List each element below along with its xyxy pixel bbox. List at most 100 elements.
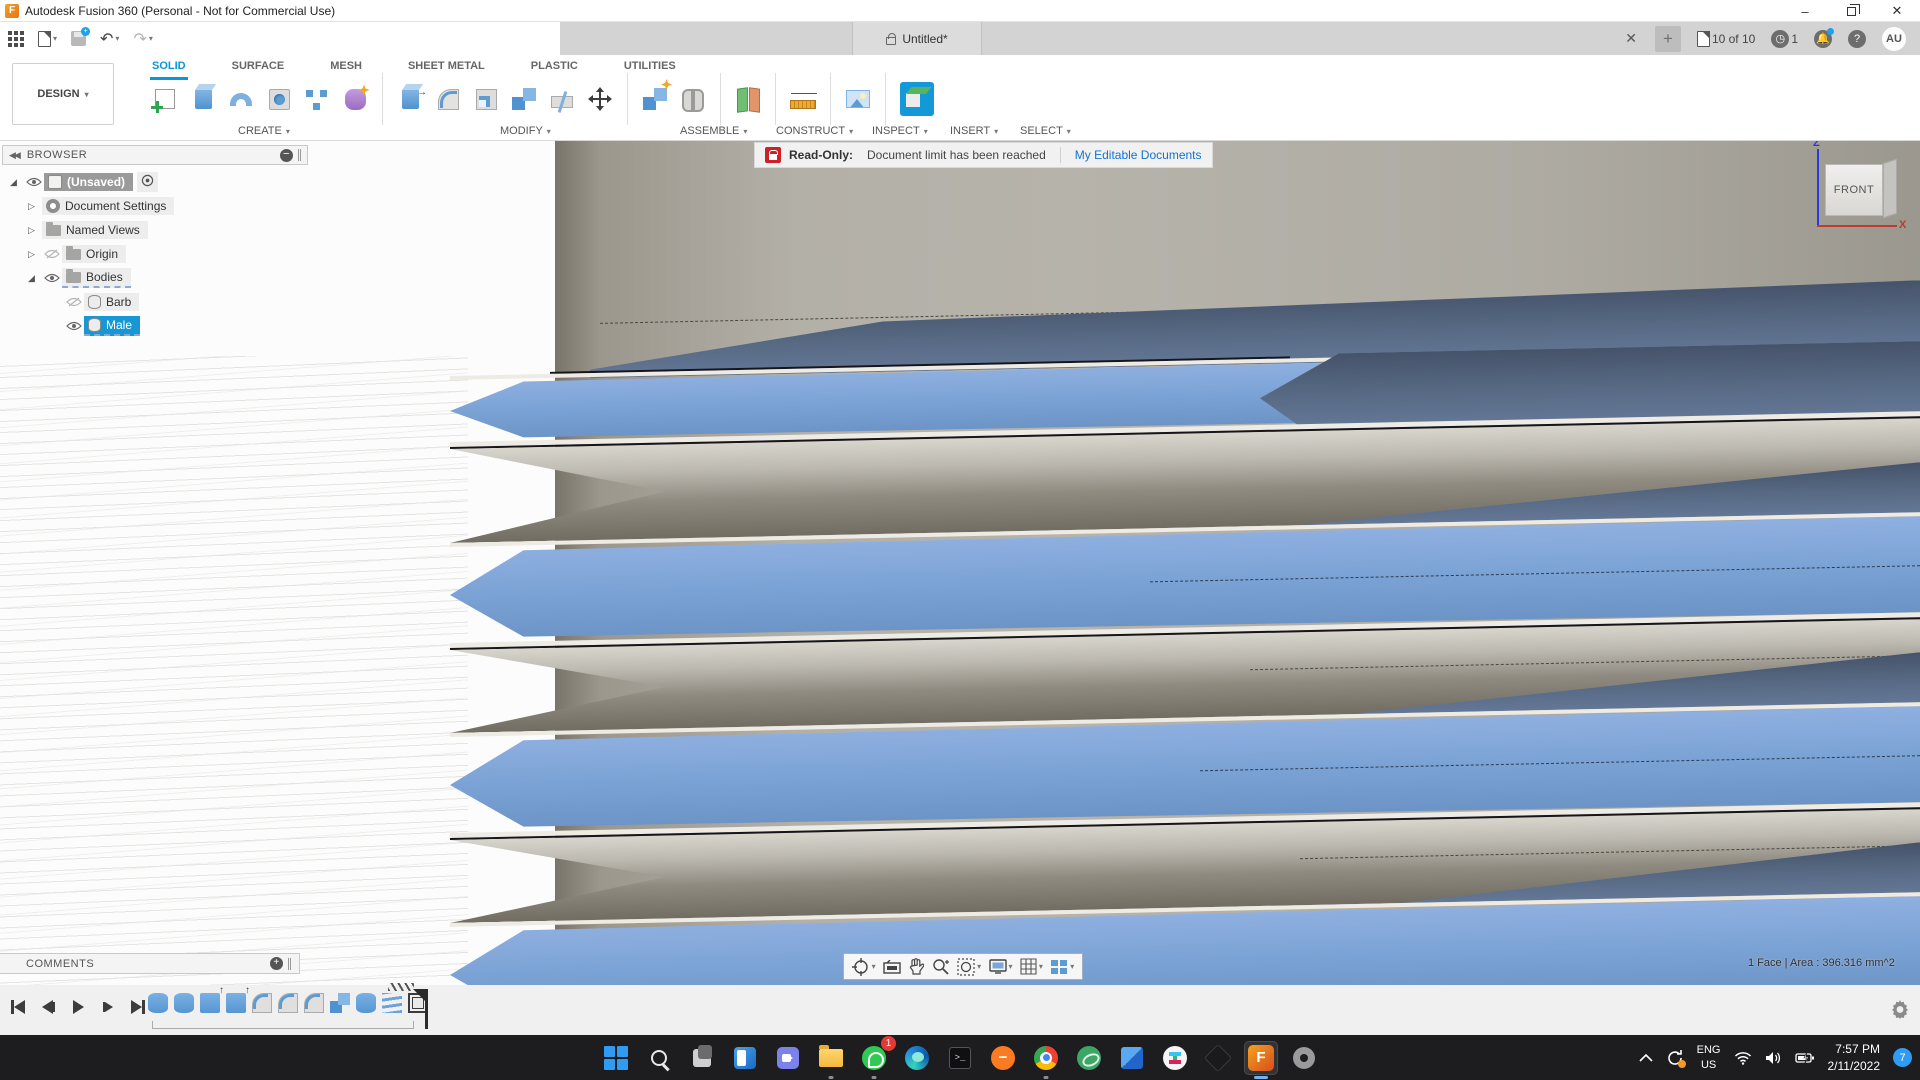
play-button[interactable]	[68, 997, 88, 1017]
feature-fillet-1[interactable]	[252, 993, 272, 1013]
inkscape-button[interactable]	[1201, 1041, 1235, 1075]
new-component-button[interactable]	[640, 79, 670, 119]
origin-node[interactable]: Origin	[62, 245, 126, 263]
minimize-button[interactable]: –	[1782, 0, 1828, 22]
hole-button[interactable]	[264, 79, 294, 119]
orbit-button[interactable]: ▾	[852, 958, 876, 976]
timeline-settings-button[interactable]	[1890, 999, 1910, 1024]
visibility-eye-icon[interactable]	[64, 321, 84, 331]
joint-button[interactable]	[678, 79, 708, 119]
add-comment-icon[interactable]: +	[270, 957, 283, 970]
editable-documents-counter[interactable]: 10 of 10	[1697, 31, 1755, 47]
collapse-icon[interactable]: ▷	[28, 225, 42, 236]
tree-item-document-settings[interactable]: ▷ Document Settings	[28, 195, 174, 217]
language-indicator[interactable]: ENG US	[1697, 1043, 1721, 1072]
extrude-button[interactable]	[188, 79, 218, 119]
workspace-selector[interactable]: DESIGN ▾	[12, 63, 114, 125]
view-cube-side-face[interactable]	[1883, 159, 1897, 219]
whatsapp-button[interactable]: 1	[857, 1041, 891, 1075]
volume-icon[interactable]	[1765, 1051, 1782, 1065]
zoom-button[interactable]	[932, 958, 950, 976]
terminal-button[interactable]: >_	[943, 1041, 977, 1075]
browser-header[interactable]: ◀◀ BROWSER −	[2, 145, 308, 165]
edge-button[interactable]	[900, 1041, 934, 1075]
revolve-button[interactable]	[226, 79, 256, 119]
construct-group-menu[interactable]: CONSTRUCT▾	[776, 125, 853, 137]
construct-plane-button[interactable]	[733, 79, 763, 119]
move-copy-button[interactable]	[585, 79, 615, 119]
create-form-button[interactable]	[340, 79, 370, 119]
collapse-panel-icon[interactable]: ◀◀	[9, 150, 19, 161]
job-status-button[interactable]: ◷ 1	[1771, 30, 1798, 48]
notification-count-badge[interactable]: 7	[1893, 1048, 1912, 1067]
app-grid-button[interactable]	[8, 31, 24, 47]
document-node[interactable]: (Unsaved)	[44, 173, 133, 191]
redo-button[interactable]: ↷ ▾	[133, 29, 152, 48]
inspect-group-menu[interactable]: INSPECT▾	[872, 125, 928, 137]
slack-button[interactable]	[1158, 1041, 1192, 1075]
tray-chevron-icon[interactable]	[1639, 1054, 1653, 1062]
document-tab[interactable]: Untitled*	[852, 22, 982, 55]
create-group-menu[interactable]: CREATE▾	[238, 125, 290, 137]
widgets-button[interactable]	[728, 1041, 762, 1075]
chrome-button[interactable]	[1029, 1041, 1063, 1075]
search-button[interactable]	[642, 1041, 676, 1075]
comments-panel[interactable]: COMMENTS +	[0, 953, 300, 974]
modify-group-menu[interactable]: MODIFY▾	[500, 125, 551, 137]
fit-button[interactable]: ▾	[957, 958, 981, 976]
settings-button[interactable]	[1287, 1041, 1321, 1075]
remove-filter-icon[interactable]: −	[280, 149, 293, 162]
fusion360-button[interactable]: F	[1244, 1041, 1278, 1075]
onedrive-sync-button[interactable]	[1666, 1049, 1684, 1067]
feature-fillet-2[interactable]	[278, 993, 298, 1013]
collapse-icon[interactable]: ▷	[28, 249, 42, 260]
select-button[interactable]	[898, 79, 936, 119]
panel-grip[interactable]	[288, 958, 291, 970]
grid-settings-button[interactable]: ▾	[1020, 958, 1043, 975]
view-cube[interactable]: FRONT Z X	[1815, 149, 1910, 244]
tree-item-origin[interactable]: ▷ Origin	[28, 243, 126, 265]
help-button[interactable]: ?	[1848, 30, 1866, 48]
user-avatar[interactable]: AU	[1882, 27, 1906, 51]
tree-item-document[interactable]: ◢ (Unsaved)	[10, 171, 158, 193]
battery-icon[interactable]	[1795, 1052, 1815, 1064]
expand-icon[interactable]: ◢	[10, 177, 24, 188]
go-to-start-button[interactable]	[8, 997, 28, 1017]
step-forward-button[interactable]	[98, 997, 118, 1017]
feature-extrude-2[interactable]	[226, 993, 246, 1013]
tree-item-barb[interactable]: Barb	[64, 291, 139, 313]
model-male-thread[interactable]	[450, 141, 1920, 985]
feature-extrude-1[interactable]	[200, 993, 220, 1013]
tree-item-named-views[interactable]: ▷ Named Views	[28, 219, 148, 241]
combine-button[interactable]	[509, 79, 539, 119]
named-views-node[interactable]: Named Views	[42, 221, 148, 239]
insert-group-menu[interactable]: INSERT▾	[950, 125, 998, 137]
notifications-button[interactable]: 🔔	[1814, 30, 1832, 48]
press-pull-button[interactable]: →	[395, 79, 425, 119]
feature-cylinder-3[interactable]	[356, 993, 376, 1013]
split-body-button[interactable]	[547, 79, 577, 119]
feature-coil-thread[interactable]	[382, 993, 402, 1013]
start-button[interactable]	[599, 1041, 633, 1075]
viewports-button[interactable]: ▾	[1050, 959, 1074, 975]
create-sketch-button[interactable]	[150, 79, 180, 119]
restore-button[interactable]	[1828, 0, 1874, 22]
step-back-button[interactable]	[38, 997, 58, 1017]
tree-item-bodies[interactable]: ◢ Bodies	[28, 267, 131, 289]
shell-button[interactable]	[471, 79, 501, 119]
select-group-menu[interactable]: SELECT▾	[1020, 125, 1071, 137]
feature-cylinder-1[interactable]	[148, 993, 168, 1013]
feature-fillet-3[interactable]	[304, 993, 324, 1013]
clock[interactable]: 7:57 PM 2/11/2022	[1828, 1041, 1881, 1073]
timeline-position-marker[interactable]	[414, 985, 432, 1029]
wifi-icon[interactable]	[1734, 1051, 1752, 1065]
new-tab-button[interactable]: +	[1655, 26, 1681, 52]
visibility-eye-icon[interactable]	[42, 273, 62, 283]
visibility-eye-off-icon[interactable]	[64, 297, 84, 307]
go-to-end-button[interactable]	[128, 997, 148, 1017]
expand-icon[interactable]: ◢	[28, 273, 42, 284]
feature-combine[interactable]	[330, 993, 350, 1013]
task-view-button[interactable]	[685, 1041, 719, 1075]
panel-grip[interactable]	[298, 149, 301, 161]
undo-button[interactable]: ↶ ▾	[100, 29, 119, 48]
